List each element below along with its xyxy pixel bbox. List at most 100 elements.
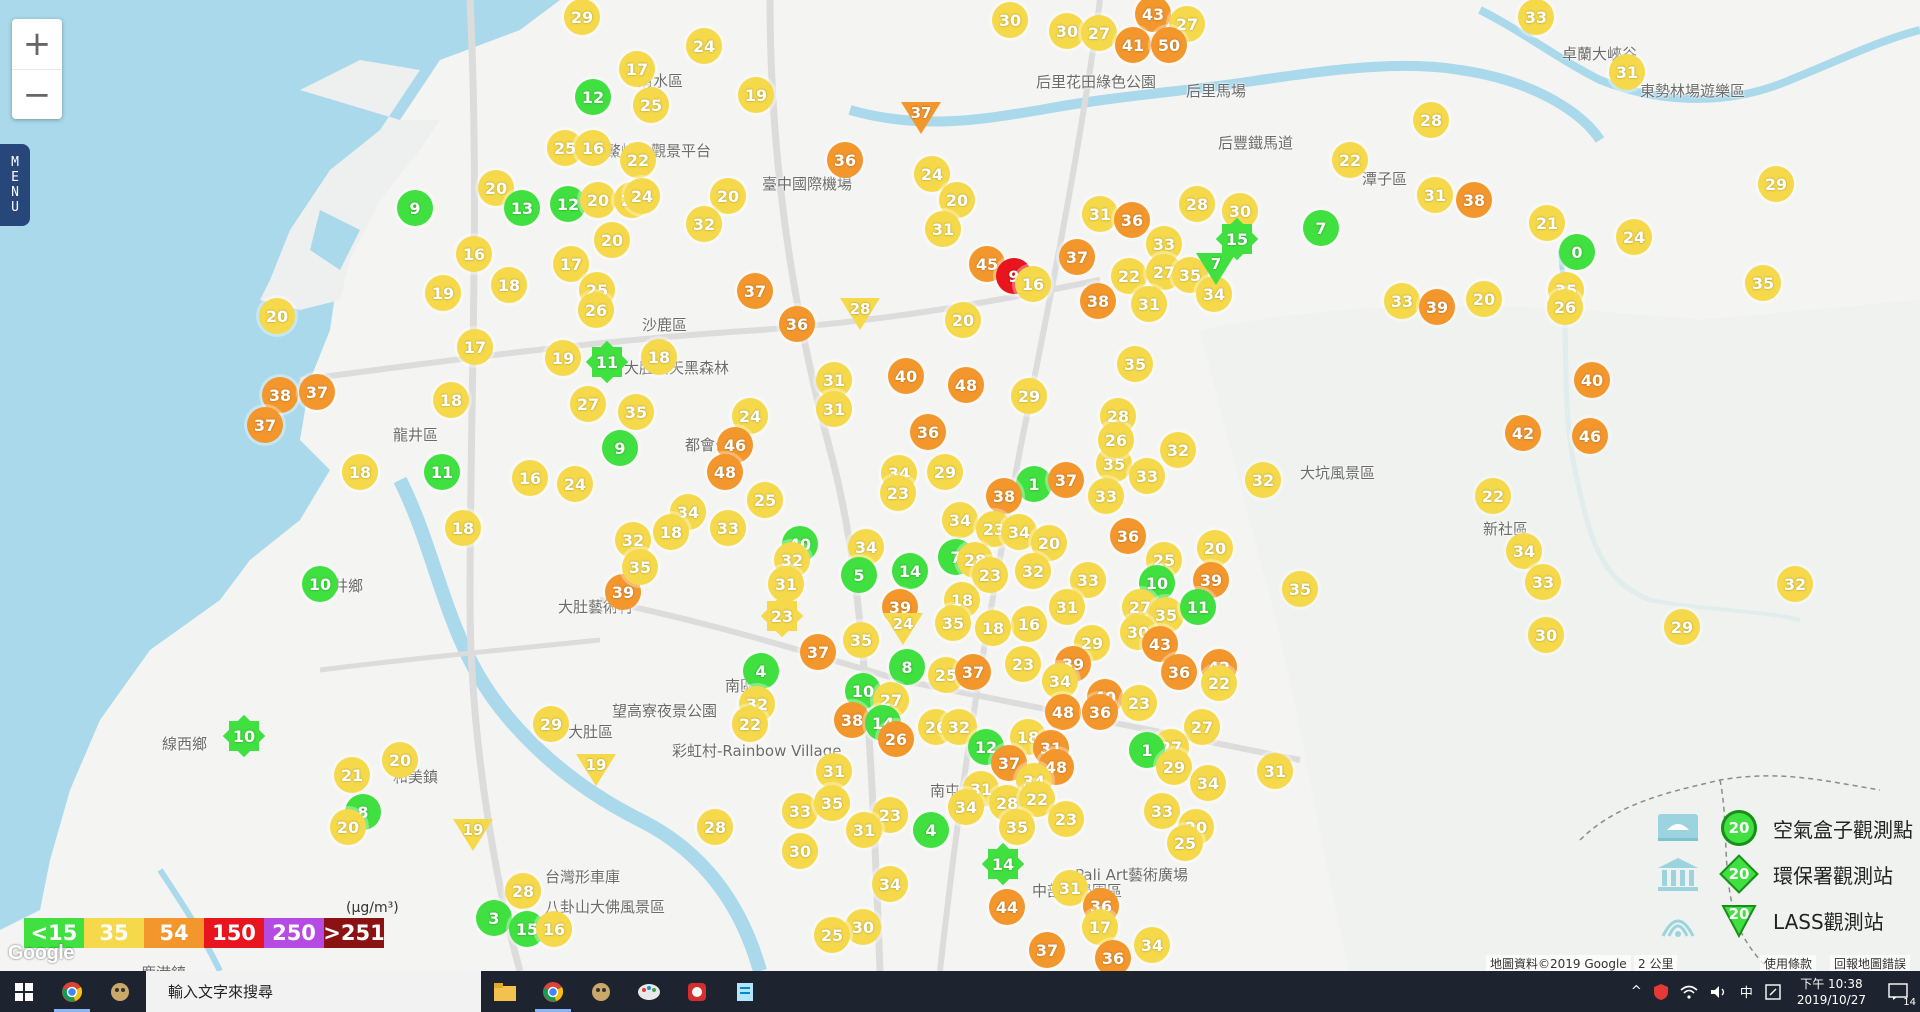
airbox-marker[interactable]: 28 <box>1179 186 1215 222</box>
airbox-marker[interactable]: 19 <box>425 275 461 311</box>
wifi-icon[interactable] <box>1674 985 1704 999</box>
airbox-marker[interactable]: 33 <box>782 793 818 829</box>
app-window-button[interactable] <box>577 971 625 1012</box>
airbox-marker[interactable]: 21 <box>1529 205 1565 241</box>
airbox-marker[interactable]: 35 <box>935 605 971 641</box>
airbox-marker[interactable]: 27 <box>1184 709 1220 745</box>
ime-indicator[interactable]: 中 <box>1734 982 1759 1001</box>
clock[interactable]: 下午 10:38 2019/10/27 <box>1787 976 1876 1008</box>
airbox-marker[interactable]: 34 <box>1134 927 1170 963</box>
airbox-marker[interactable]: 30 <box>782 833 818 869</box>
airbox-marker[interactable]: 32 <box>1015 553 1051 589</box>
report-error-link[interactable]: 回報地圖錯誤 <box>1830 955 1911 971</box>
airbox-marker[interactable]: 33 <box>1129 458 1165 494</box>
airbox-marker[interactable]: 22 <box>1332 142 1368 178</box>
airbox-marker[interactable]: 31 <box>1417 177 1453 213</box>
airbox-marker[interactable]: 25 <box>747 482 783 518</box>
lass-station-marker[interactable]: 19 <box>576 754 616 788</box>
airbox-marker[interactable]: 31 <box>1049 589 1085 625</box>
airbox-marker[interactable]: 38 <box>986 478 1022 514</box>
airbox-marker[interactable]: 7 <box>1303 210 1339 246</box>
start-button[interactable] <box>0 971 48 1012</box>
menu-button[interactable]: M E N U <box>0 144 30 226</box>
airbox-marker[interactable]: 20 <box>1197 530 1233 566</box>
airbox-marker[interactable]: 32 <box>1245 462 1281 498</box>
airbox-marker[interactable]: 31 <box>846 812 882 848</box>
airbox-marker[interactable]: 36 <box>1161 654 1197 690</box>
shield-icon[interactable] <box>1648 983 1674 1000</box>
airbox-marker[interactable]: 23 <box>1005 646 1041 682</box>
airbox-marker[interactable]: 20 <box>580 182 616 218</box>
airbox-marker[interactable]: 11 <box>1180 589 1216 625</box>
airbox-marker[interactable]: 22 <box>1201 665 1237 701</box>
airbox-marker[interactable]: 37 <box>737 273 773 309</box>
airbox-marker[interactable]: 37 <box>1059 239 1095 275</box>
airbox-marker[interactable]: 37 <box>800 634 836 670</box>
airbox-marker[interactable]: 29 <box>1664 609 1700 645</box>
airbox-marker[interactable]: 48 <box>1045 694 1081 730</box>
airbox-marker[interactable]: 28 <box>697 809 733 845</box>
airbox-marker[interactable]: 26 <box>1098 422 1134 458</box>
airbox-marker[interactable]: 9 <box>397 190 433 226</box>
airbox-marker[interactable]: 16 <box>1011 606 1047 642</box>
airbox-marker[interactable]: 37 <box>955 654 991 690</box>
airbox-marker[interactable]: 22 <box>620 142 656 178</box>
airbox-marker[interactable]: 0 <box>1559 234 1595 270</box>
airbox-marker[interactable]: 30 <box>1049 13 1085 49</box>
ime-mode-icon[interactable] <box>1759 983 1787 1000</box>
airbox-marker[interactable]: 36 <box>1082 694 1118 730</box>
epa-station-marker[interactable]: 14 <box>988 849 1018 879</box>
airbox-marker[interactable]: 31 <box>1609 54 1645 90</box>
airbox-marker[interactable]: 42 <box>1505 415 1541 451</box>
airbox-marker[interactable]: 13 <box>504 190 540 226</box>
airbox-marker[interactable]: 18 <box>445 510 481 546</box>
airbox-marker[interactable]: 44 <box>989 889 1025 925</box>
airbox-marker[interactable]: 26 <box>878 721 914 757</box>
airbox-marker[interactable]: 35 <box>1117 346 1153 382</box>
epa-station-marker[interactable]: 23 <box>767 601 797 631</box>
airbox-marker[interactable]: 38 <box>1080 283 1116 319</box>
airbox-marker[interactable]: 36 <box>910 414 946 450</box>
airbox-marker[interactable]: 20 <box>710 178 746 214</box>
airbox-marker[interactable]: 29 <box>533 706 569 742</box>
airbox-marker[interactable]: 20 <box>330 809 366 845</box>
airbox-marker[interactable]: 24 <box>557 466 593 502</box>
airbox-marker[interactable]: 31 <box>1257 753 1293 789</box>
airbox-marker[interactable]: 27 <box>1081 15 1117 51</box>
airbox-marker[interactable]: 11 <box>424 454 460 490</box>
airbox-marker[interactable]: 24 <box>1616 219 1652 255</box>
airbox-marker[interactable]: 22 <box>1475 478 1511 514</box>
airbox-marker[interactable]: 35 <box>814 785 850 821</box>
zoom-out-button[interactable]: − <box>12 69 62 119</box>
airbox-marker[interactable]: 30 <box>1528 617 1564 653</box>
lass-station-marker[interactable]: 28 <box>840 298 880 332</box>
airbox-marker[interactable]: 4 <box>913 812 949 848</box>
airbox-marker[interactable]: 28 <box>1413 102 1449 138</box>
airbox-marker[interactable]: 35 <box>618 394 654 430</box>
airbox-marker[interactable]: 17 <box>619 51 655 87</box>
epa-station-marker[interactable]: 15 <box>1222 224 1252 254</box>
airbox-marker[interactable]: 31 <box>1131 286 1167 322</box>
airbox-marker[interactable]: 4 <box>743 653 779 689</box>
airbox-marker[interactable]: 31 <box>816 391 852 427</box>
airbox-marker[interactable]: 32 <box>1160 432 1196 468</box>
airbox-marker[interactable]: 34 <box>1506 533 1542 569</box>
airbox-marker[interactable]: 20 <box>594 222 630 258</box>
airbox-marker[interactable]: 19 <box>545 340 581 376</box>
airbox-marker[interactable]: 23 <box>1048 801 1084 837</box>
file-explorer-button[interactable] <box>481 971 529 1012</box>
taskbar-search-box[interactable]: 輸入文字來搜尋 <box>146 971 481 1012</box>
airbox-marker[interactable]: 36 <box>779 306 815 342</box>
airbox-marker[interactable]: 24 <box>624 178 660 214</box>
airbox-marker[interactable]: 20 <box>945 302 981 338</box>
lass-station-marker[interactable]: 37 <box>901 102 941 136</box>
airbox-marker[interactable]: 25 <box>814 917 850 953</box>
airbox-marker[interactable]: 23 <box>972 557 1008 593</box>
airbox-marker[interactable]: 36 <box>1110 518 1146 554</box>
airbox-marker[interactable]: 30 <box>992 2 1028 38</box>
red-app-button[interactable] <box>673 971 721 1012</box>
airbox-marker[interactable]: 36 <box>1095 940 1131 971</box>
airbox-marker[interactable]: 35 <box>622 549 658 585</box>
airbox-marker[interactable]: 35 <box>1282 571 1318 607</box>
airbox-marker[interactable]: 29 <box>1011 378 1047 414</box>
